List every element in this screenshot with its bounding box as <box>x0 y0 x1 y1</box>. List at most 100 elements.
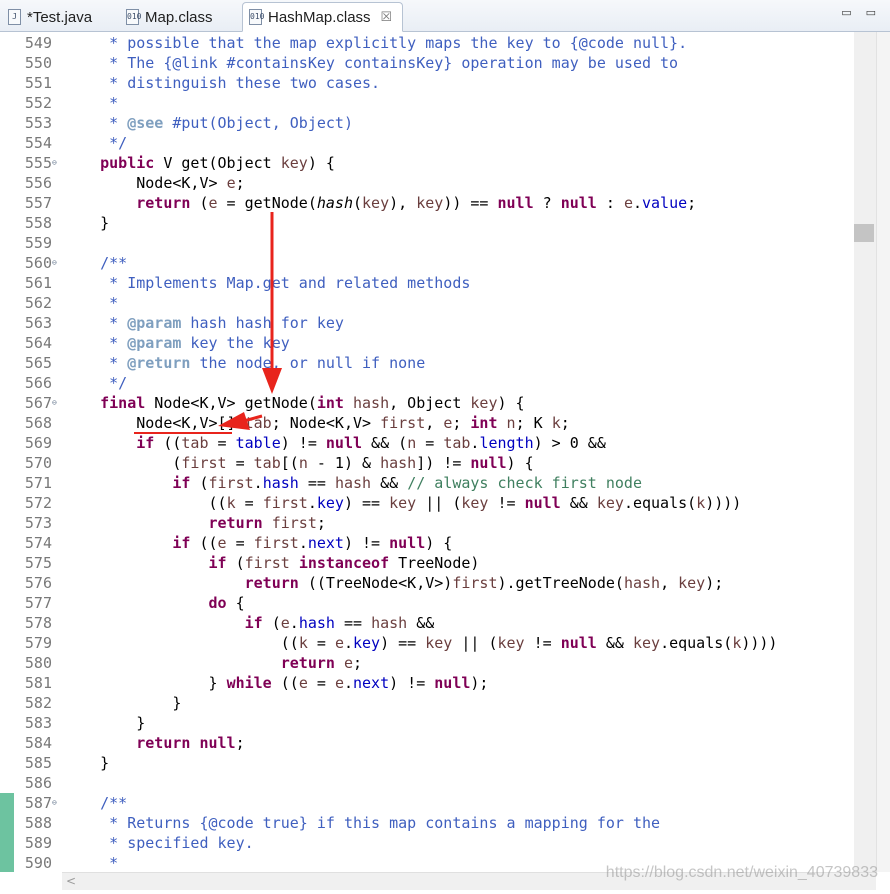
code-token: n <box>506 414 516 432</box>
code-line[interactable]: 570 (first = tab[(n - 1) & hash]) != nul… <box>0 453 876 473</box>
vertical-scrollbar[interactable] <box>854 32 876 872</box>
close-icon[interactable]: ☒ <box>381 9 393 25</box>
code-line[interactable]: 572 ((k = first.key) == key || (key != n… <box>0 493 876 513</box>
code-line[interactable]: 587 ⊖ /** <box>0 793 876 813</box>
code-line[interactable]: 560 ⊖ /** <box>0 253 876 273</box>
code-line[interactable]: 580 return e; <box>0 653 876 673</box>
code-text: * possible that the map explicitly maps … <box>64 33 687 53</box>
code-token: ) != <box>280 434 326 452</box>
code-token: || ( <box>452 634 498 652</box>
code-line[interactable]: 589 * specified key. <box>0 833 876 853</box>
code-token: e <box>623 194 633 212</box>
code-token: ( <box>353 194 363 212</box>
minimize-icon[interactable]: ▭ <box>841 6 851 19</box>
code-line[interactable]: 562 * <box>0 293 876 313</box>
code-token: hash <box>623 574 661 592</box>
fold-toggle-icon[interactable]: ⊖ <box>52 799 57 807</box>
code-token: */ <box>64 374 128 392</box>
code-token: (( <box>190 534 218 552</box>
code-token: ) { <box>506 454 534 472</box>
code-line[interactable]: 578 if (e.hash == hash && <box>0 613 876 633</box>
fold-toggle-icon[interactable]: ⊖ <box>52 159 57 167</box>
code-line[interactable]: 556 Node<K,V> e; <box>0 173 876 193</box>
code-line[interactable]: 576 return ((TreeNode<K,V>)first).getTre… <box>0 573 876 593</box>
code-text: * @param hash hash for key <box>64 313 344 333</box>
fold-toggle-icon[interactable]: ⊖ <box>52 259 57 267</box>
code-line[interactable]: 581 } while ((e = e.next) != null); <box>0 673 876 693</box>
code-token: e <box>217 534 227 552</box>
code-text: ((k = first.key) == key || (key != null … <box>64 493 750 513</box>
code-token: next <box>353 674 390 692</box>
code-line[interactable]: 586 <box>0 773 876 793</box>
code-line[interactable]: 585 } <box>0 753 876 773</box>
code-line[interactable]: 554 */ <box>0 133 876 153</box>
code-token: )))) <box>705 494 751 512</box>
tab-map-class[interactable]: 010 Map.class <box>120 2 223 32</box>
code-line[interactable]: 552 * <box>0 93 876 113</box>
line-number: 572 <box>24 494 52 512</box>
scroll-left-icon[interactable]: < <box>66 874 76 888</box>
code-line[interactable]: 584 return null; <box>0 733 876 753</box>
code-token: return <box>244 574 299 592</box>
code-text: * Returns {@code true} if this map conta… <box>64 813 660 833</box>
code-text: return e; <box>64 653 362 673</box>
code-line[interactable]: 583 } <box>0 713 876 733</box>
code-line[interactable]: 549 * possible that the map explicitly m… <box>0 33 876 53</box>
code-text: final Node<K,V> getNode(int hash, Object… <box>64 393 524 413</box>
code-token: hash <box>371 614 408 632</box>
line-number: 566 <box>24 374 52 392</box>
fold-toggle-icon[interactable]: ⊖ <box>52 399 57 407</box>
code-line[interactable]: 568 Node<K,V>[] tab; Node<K,V> first, e;… <box>0 413 876 433</box>
code-token: ; K <box>515 414 552 432</box>
code-token: first <box>253 534 299 552</box>
code-line[interactable]: 564 * @param key the key <box>0 333 876 353</box>
code-line[interactable]: 553 * @see #put(Object, Object) <box>0 113 876 133</box>
code-token: - 1) & <box>307 454 381 472</box>
code-line[interactable]: 575 if (first instanceof TreeNode) <box>0 553 876 573</box>
code-text: return (e = getNode(hash(key), key)) == … <box>64 193 696 213</box>
code-text: * Implements Map.get and related methods <box>64 273 470 293</box>
code-line[interactable]: 566 */ <box>0 373 876 393</box>
tab-hashmap-class[interactable]: 010 HashMap.class ☒ <box>242 2 404 32</box>
code-line[interactable]: 557 return (e = getNode(hash(key), key))… <box>0 193 876 213</box>
code-line[interactable]: 574 if ((e = first.next) != null) { <box>0 533 876 553</box>
code-token: != <box>524 634 561 652</box>
maximize-icon[interactable]: ▭ <box>866 6 876 19</box>
code-text: if ((tab = table) != null && (n = tab.le… <box>64 433 606 453</box>
code-line[interactable]: 569 if ((tab = table) != null && (n = ta… <box>0 433 876 453</box>
code-line[interactable]: 561 * Implements Map.get and related met… <box>0 273 876 293</box>
line-number: 580 <box>24 654 52 672</box>
code-line[interactable]: 567 ⊖ final Node<K,V> getNode(int hash, O… <box>0 393 876 413</box>
code-token: ).getTreeNode( <box>497 574 624 592</box>
code-line[interactable]: 551 * distinguish these two cases. <box>0 73 876 93</box>
code-line[interactable]: 550 * The {@link #containsKey containsKe… <box>0 53 876 73</box>
code-token: k <box>732 634 742 652</box>
code-line[interactable]: 579 ((k = e.key) == key || (key != null … <box>0 633 876 653</box>
code-line[interactable]: 563 * @param hash hash for key <box>0 313 876 333</box>
code-line[interactable]: 558 } <box>0 213 876 233</box>
code-token: * <box>64 314 128 332</box>
code-token: * <box>64 114 128 132</box>
code-line[interactable]: 559 <box>0 233 876 253</box>
code-line[interactable]: 588 * Returns {@code true} if this map c… <box>0 813 876 833</box>
vertical-scrollbar-thumb[interactable] <box>854 224 874 242</box>
line-number: 567 <box>24 394 52 412</box>
code-line[interactable]: 555 ⊖ public V get(Object key) { <box>0 153 876 173</box>
code-text: return first; <box>64 513 326 533</box>
code-editor[interactable]: 549 * possible that the map explicitly m… <box>0 32 876 872</box>
code-line[interactable]: 573 return first; <box>0 513 876 533</box>
code-line[interactable]: 565 * @return the node, or null if none <box>0 353 876 373</box>
code-token: && ( <box>362 434 408 452</box>
tab-test-java[interactable]: J *Test.java <box>2 2 102 32</box>
code-line[interactable]: 582 } <box>0 693 876 713</box>
code-line[interactable]: 577 do { <box>0 593 876 613</box>
code-line[interactable]: 571 if (first.hash == hash && // always … <box>0 473 876 493</box>
code-token: * <box>64 334 128 352</box>
class-file-icon: 010 <box>249 9 264 25</box>
code-token: public <box>100 154 155 172</box>
code-token: * Returns {@code true} if this map conta… <box>64 814 661 832</box>
code-token: ( <box>262 614 281 632</box>
